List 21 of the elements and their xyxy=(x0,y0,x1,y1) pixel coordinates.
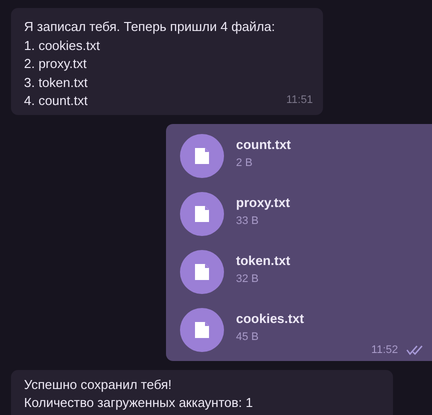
message-text: 1. cookies.txt xyxy=(24,36,101,54)
file-name: count.txt xyxy=(236,136,291,152)
file-icon[interactable] xyxy=(180,250,224,294)
file-size: 45 B xyxy=(236,330,260,342)
file-icon[interactable] xyxy=(180,192,224,236)
file-icon[interactable] xyxy=(180,134,224,178)
message-time: 11:52 xyxy=(371,344,398,356)
message-time: 11:51 xyxy=(286,93,313,108)
file-size: 32 B xyxy=(236,272,260,284)
file-size: 2 B xyxy=(236,156,254,168)
message-text: 4. count.txt xyxy=(24,92,89,110)
message-text: 3. token.txt xyxy=(24,74,89,92)
message-text: Количество загруженных аккаунтов: 1 xyxy=(24,394,254,412)
file-size: 33 B xyxy=(236,214,260,226)
file-icon[interactable] xyxy=(180,308,224,352)
message-text: 2. proxy.txt xyxy=(24,55,88,73)
file-name: proxy.txt xyxy=(236,194,290,210)
file-name: token.txt xyxy=(236,252,290,268)
message-text: Я записал тебя. Теперь пришли 4 файла: xyxy=(24,18,275,36)
message-text: Успешно сохранил тебя! xyxy=(24,376,173,394)
file-name: cookies.txt xyxy=(236,310,304,326)
